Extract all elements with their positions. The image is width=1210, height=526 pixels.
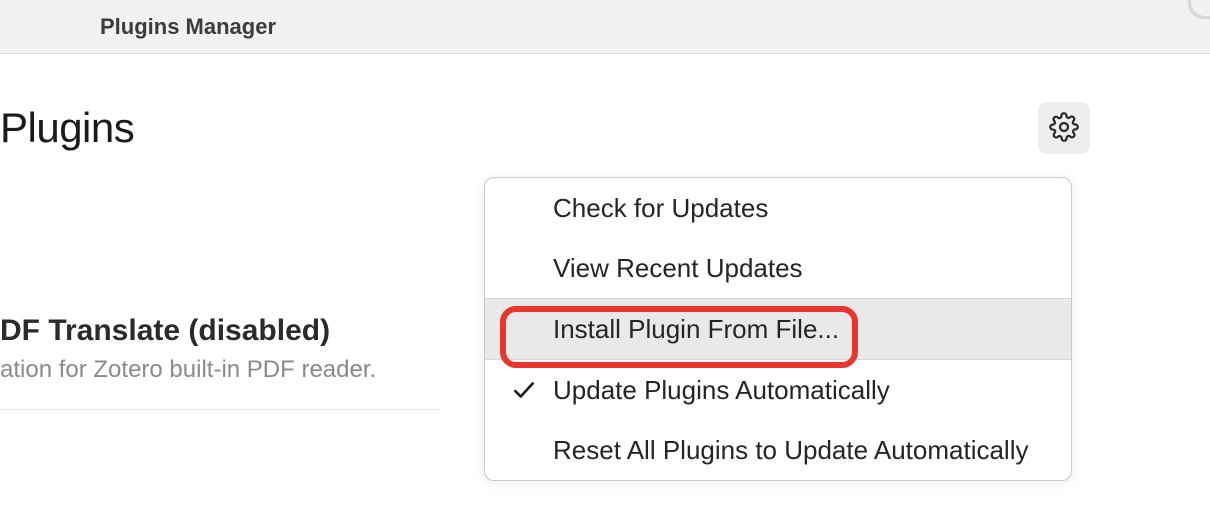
menu-item-view-recent-updates[interactable]: View Recent Updates [485,238,1071,298]
menu-item-label: View Recent Updates [553,253,803,284]
plugin-description: ation for Zotero built-in PDF reader. [0,354,440,385]
menu-item-check-updates[interactable]: Check for Updates [485,178,1071,238]
window-titlebar: Plugins Manager [0,0,1210,54]
plugin-name: DF Translate (disabled) [0,314,440,348]
menu-item-reset-update-automatically[interactable]: Reset All Plugins to Update Automaticall… [485,420,1071,480]
window-title: Plugins Manager [100,14,276,40]
settings-button[interactable] [1038,102,1090,154]
settings-dropdown: Check for Updates View Recent Updates In… [484,177,1072,481]
header-row: Plugins [0,102,1210,154]
menu-item-label: Check for Updates [553,193,768,224]
checkmark-icon [511,377,553,403]
page-title: Plugins [0,104,134,152]
menu-item-install-from-file[interactable]: Install Plugin From File... [485,299,1071,359]
plugin-entry[interactable]: DF Translate (disabled) ation for Zotero… [0,314,440,410]
menu-item-update-automatically[interactable]: Update Plugins Automatically [485,360,1071,420]
menu-item-label: Update Plugins Automatically [553,375,890,406]
menu-item-label: Install Plugin From File... [553,314,839,345]
menu-item-label: Reset All Plugins to Update Automaticall… [553,435,1028,466]
gear-icon [1049,112,1079,145]
